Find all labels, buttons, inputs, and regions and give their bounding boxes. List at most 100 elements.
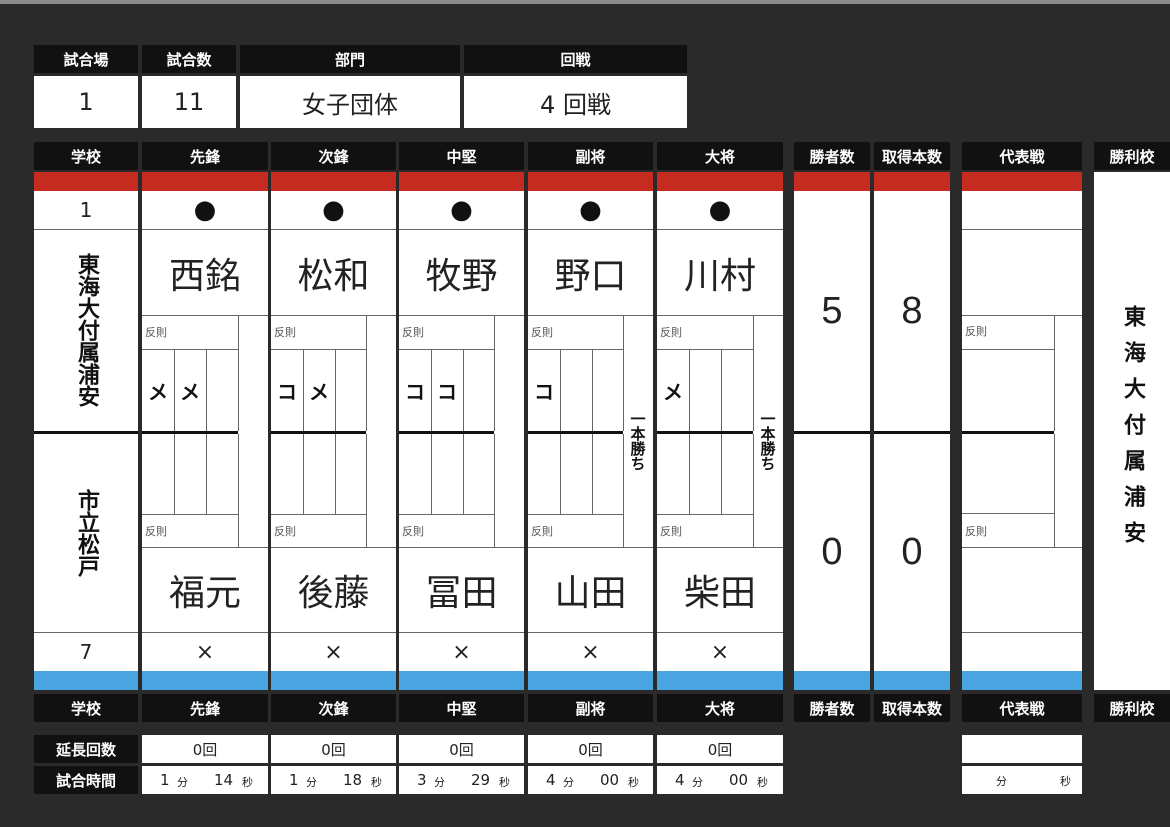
red-player-3[interactable]: 牧野: [399, 230, 524, 315]
red-result-mark-3: ●: [450, 195, 473, 225]
blue-player-3[interactable]: 冨田: [399, 548, 524, 632]
rep-min-unit: 分: [996, 775, 1007, 788]
red-team-number[interactable]: 1: [34, 191, 138, 229]
header-court: 試合場: [34, 45, 138, 73]
time-min-4: 4: [546, 771, 556, 789]
red-waza-5-2[interactable]: [689, 351, 721, 429]
overtime-label: 延長回数: [34, 735, 138, 763]
time-sec-unit-2: 秒: [371, 776, 382, 789]
red-waza-1-3[interactable]: [206, 351, 238, 429]
overtime-cell-2[interactable]: 0回: [271, 735, 396, 763]
blue-team-number[interactable]: 7: [34, 633, 138, 671]
red-waza-2-1[interactable]: コ: [271, 351, 303, 429]
red-waza-4-2[interactable]: [560, 351, 592, 429]
red-waza-2-2[interactable]: メ: [303, 351, 335, 429]
red-hansoku-label-3: 反則: [402, 326, 424, 339]
time-cell-1[interactable]: 1 分 14 秒: [142, 766, 268, 794]
red-waza-3-3[interactable]: [463, 351, 495, 429]
time-sec-2: 18: [343, 771, 363, 789]
header-round: 回戦: [464, 45, 687, 73]
time-min-unit-3: 分: [434, 776, 445, 789]
red-strip-5: [657, 172, 783, 191]
red-player-2[interactable]: 松和: [271, 230, 396, 315]
red-strip-winners: [794, 172, 870, 191]
blue-result-mark-4: ×: [581, 639, 600, 665]
time-min-5: 4: [675, 771, 685, 789]
time-sec-unit-5: 秒: [757, 776, 768, 789]
blue-player-4[interactable]: 山田: [528, 548, 653, 632]
rep-time-cell[interactable]: 分 秒: [962, 766, 1082, 794]
time-min-unit-4: 分: [563, 776, 574, 789]
court-value[interactable]: 1: [34, 76, 138, 128]
time-min-3: 3: [417, 771, 427, 789]
red-strip-rep: [962, 172, 1082, 191]
time-cell-5[interactable]: 4 分 00 秒: [657, 766, 783, 794]
red-waza-4-3[interactable]: [592, 351, 624, 429]
round-value[interactable]: 4 回戦: [464, 76, 687, 128]
blue-strip-2: [271, 671, 396, 690]
red-player-5[interactable]: 川村: [657, 230, 783, 315]
blue-team-name[interactable]: 市立松戸: [74, 489, 99, 577]
blue-winners-count[interactable]: 0: [794, 434, 870, 671]
blue-strip-3: [399, 671, 524, 690]
header-school: 学校: [34, 142, 138, 170]
winner-school-name[interactable]: 東海大付属浦安: [1120, 305, 1145, 557]
red-result-mark-5: ●: [708, 195, 732, 225]
red-waza-2-3[interactable]: [335, 351, 367, 429]
red-result-mark-2: ●: [322, 195, 345, 225]
red-player-1[interactable]: 西銘: [142, 230, 268, 315]
header-pos-1: 先鋒: [142, 142, 268, 170]
blue-strip-rep: [962, 671, 1082, 690]
red-waza-3-2[interactable]: コ: [431, 351, 463, 429]
red-waza-5-1[interactable]: メ: [657, 351, 689, 429]
blue-strip-5: [657, 671, 783, 690]
red-team-name[interactable]: 東海大付属浦安: [74, 253, 99, 407]
blue-hansoku-label-2: 反則: [274, 525, 296, 538]
red-waza-4-1[interactable]: コ: [528, 351, 560, 429]
red-waza-5-3[interactable]: [721, 351, 753, 429]
player-column-1: ● 西銘 反則メメ反則 福元 ×: [142, 191, 268, 671]
time-cell-4[interactable]: 4 分 00 秒: [528, 766, 653, 794]
time-sec-3: 29: [471, 771, 491, 789]
red-waza-3-1[interactable]: コ: [399, 351, 431, 429]
red-waza-1-2[interactable]: メ: [174, 351, 206, 429]
blue-points-count[interactable]: 0: [874, 434, 950, 671]
footer-header-pos-3: 中堅: [399, 694, 524, 722]
red-waza-1-1[interactable]: メ: [142, 351, 174, 429]
header-points: 取得本数: [874, 142, 950, 170]
header-rep: 代表戦: [962, 142, 1082, 170]
blue-result-mark-3: ×: [452, 639, 471, 665]
overtime-cell-3[interactable]: 0回: [399, 735, 524, 763]
red-points-count[interactable]: 8: [874, 191, 950, 431]
blue-hansoku-label-1: 反則: [145, 525, 167, 538]
blue-player-2[interactable]: 後藤: [271, 548, 396, 632]
overtime-cell-5[interactable]: 0回: [657, 735, 783, 763]
blue-player-5[interactable]: 柴田: [657, 548, 783, 632]
player-column-4: ● 野口 反則コ反則 一本勝ち 山田 ×: [528, 191, 653, 671]
overtime-cell-4[interactable]: 0回: [528, 735, 653, 763]
red-result-mark-4: ●: [579, 195, 602, 225]
time-min-unit-1: 分: [177, 776, 188, 789]
blue-strip-1: [142, 671, 268, 690]
division-value[interactable]: 女子団体: [240, 76, 460, 128]
time-sec-unit-1: 秒: [242, 776, 253, 789]
footer-header-winner-school: 勝利校: [1094, 694, 1170, 722]
blue-player-1[interactable]: 福元: [142, 548, 268, 632]
red-winners-count[interactable]: 5: [794, 191, 870, 431]
red-strip-2: [271, 172, 396, 191]
time-label: 試合時間: [34, 766, 138, 794]
overtime-cell-1[interactable]: 0回: [142, 735, 268, 763]
player-column-5: ● 川村 反則メ反則 一本勝ち 柴田 ×: [657, 191, 783, 671]
footer-header-school: 学校: [34, 694, 138, 722]
red-player-4[interactable]: 野口: [528, 230, 653, 315]
player-column-2: ● 松和 反則コメ反則 後藤 ×: [271, 191, 396, 671]
match-no-value[interactable]: 11: [142, 76, 236, 128]
blue-strip-winners: [794, 671, 870, 690]
time-sec-unit-4: 秒: [628, 776, 639, 789]
header-pos-2: 次鋒: [271, 142, 396, 170]
red-strip-3: [399, 172, 524, 191]
rep-overtime-cell[interactable]: [962, 735, 1082, 763]
time-cell-3[interactable]: 3 分 29 秒: [399, 766, 524, 794]
time-cell-2[interactable]: 1 分 18 秒: [271, 766, 396, 794]
red-strip-1: [142, 172, 268, 191]
